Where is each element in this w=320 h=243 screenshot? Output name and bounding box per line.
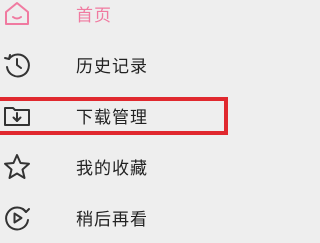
history-clock-icon: [0, 46, 36, 84]
menu-item-label: 稍后再看: [76, 210, 148, 230]
menu-item-label: 我的收藏: [76, 159, 148, 179]
menu-item-label: 首页: [76, 6, 112, 26]
menu-item-watch-later[interactable]: 稍后再看: [0, 192, 320, 243]
menu-item-favorites[interactable]: 我的收藏: [0, 141, 320, 192]
watch-later-play-icon: [0, 199, 36, 237]
menu-item-label: 下载管理: [76, 108, 148, 128]
star-icon: [0, 148, 36, 186]
menu-item-downloads[interactable]: 下载管理: [0, 90, 320, 141]
menu-item-home[interactable]: 首页: [0, 0, 320, 39]
menu-item-history[interactable]: 历史记录: [0, 39, 320, 90]
side-menu: 首页 历史记录 下载管理 我的收藏 稍后再看: [0, 0, 320, 243]
download-folder-icon: [0, 97, 36, 135]
menu-item-label: 历史记录: [76, 57, 148, 77]
home-icon: [0, 0, 36, 33]
